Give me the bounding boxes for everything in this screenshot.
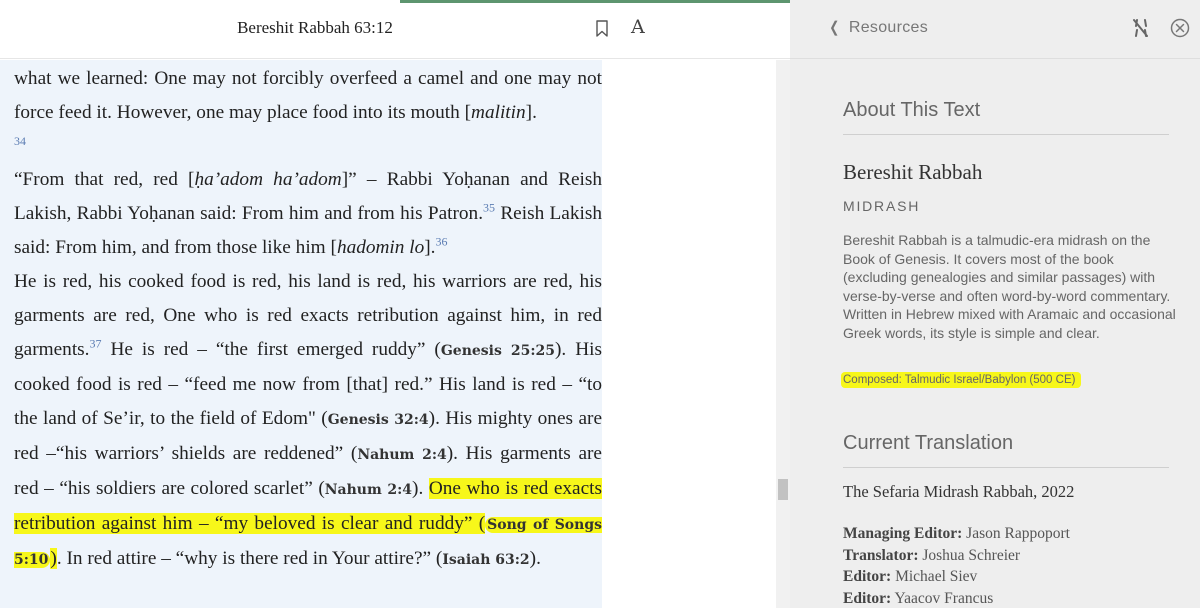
text-segment[interactable]: what we learned: One may not forcibly ov… [14,62,602,152]
scrollbar-thumb[interactable] [778,479,788,500]
segment-text: ]. [424,237,436,258]
translation-section-title: Current Translation [843,432,1014,454]
citation-link[interactable]: Genesis 25:25 [441,343,555,359]
credit-row: Managing Editor: Jason Rappoport [843,523,1070,545]
italic-term: hadomin lo [336,237,425,258]
segment-text: ). [529,548,541,569]
reader-pane: Bereshit Rabbah 63:12 A what we learned:… [0,0,790,608]
credit-role: Editor: [843,568,892,585]
credit-row: Translator: Joshua Schreier [843,545,1070,567]
citation-link[interactable]: Genesis 32:4 [328,412,429,428]
language-toggle-icon[interactable] [1132,18,1150,38]
citation-link[interactable]: Nahum 2:4 [357,447,446,463]
segment-text: . In red attire – “why is there red in Y… [56,548,443,569]
credit-row: Editor: Yaacov Francus [843,588,1070,608]
italic-term: ḥa’adom ha’adom [194,169,342,190]
credit-role: Editor: [843,589,892,607]
divider [843,467,1169,468]
text-title[interactable]: Bereshit Rabbah 63:12 [0,18,630,38]
credit-row: Editor: Michael Siev [843,566,1070,588]
close-icon[interactable] [1170,18,1190,38]
scrollbar-track[interactable] [776,60,790,608]
credit-role: Translator: [843,546,919,564]
footnote-marker[interactable]: 35 [483,201,495,215]
credit-name: Joshua Schreier [918,546,1021,564]
font-settings-button[interactable]: A [631,16,645,38]
citation-link[interactable]: Nahum 2:4 [325,482,412,498]
about-section-title: About This Text [843,99,981,121]
segment-text: ]. [525,102,537,123]
reader-progress-line [400,0,790,3]
credit-name: Yaacov Francus [891,589,994,607]
back-label: Resources [848,19,929,36]
book-title[interactable]: Bereshit Rabbah [843,160,982,185]
credit-name: Michael Siev [891,568,978,585]
reader-header: Bereshit Rabbah 63:12 A [0,0,790,59]
divider [843,134,1169,135]
segment-text: ). [412,478,429,499]
resources-back-button[interactable]: ❮ Resources [828,18,928,37]
italic-term: malitin [471,102,526,123]
panel-header: ❮ Resources [790,0,1200,59]
segment-text: He is red – “the first emerged ruddy” ( [101,339,441,360]
footnote-marker[interactable]: 37 [90,337,102,351]
resources-panel: ❮ Resources About This Text Bereshit Rabb… [790,0,1200,608]
text-segment[interactable]: “From that red, red [ḥa’adom ha’adom]” –… [14,163,602,265]
translation-name[interactable]: The Sefaria Midrash Rabbah, 2022 [843,482,1074,502]
chevron-left-icon: ❮ [829,19,840,36]
translation-credits: Managing Editor: Jason Rappoport Transla… [843,523,1070,608]
citation-link[interactable]: Isaiah 63:2 [442,552,529,568]
bookmark-icon[interactable] [596,20,608,37]
composed-info[interactable]: Composed: Talmudic Israel/Babylon (500 C… [841,372,1082,388]
text-segment[interactable]: He is red, his cooked food is red, his l… [14,265,603,577]
book-description: Bereshit Rabbah is a talmudic-era midras… [843,232,1176,341]
credit-name: Jason Rappoport [962,525,1070,542]
footnote-marker[interactable]: 36 [436,235,448,249]
footnote-marker[interactable]: 34 [14,134,26,148]
segment-text: “From that red, red [ [14,169,195,190]
credit-role: Managing Editor: [843,525,963,542]
category-label[interactable]: MIDRASH [843,198,920,214]
